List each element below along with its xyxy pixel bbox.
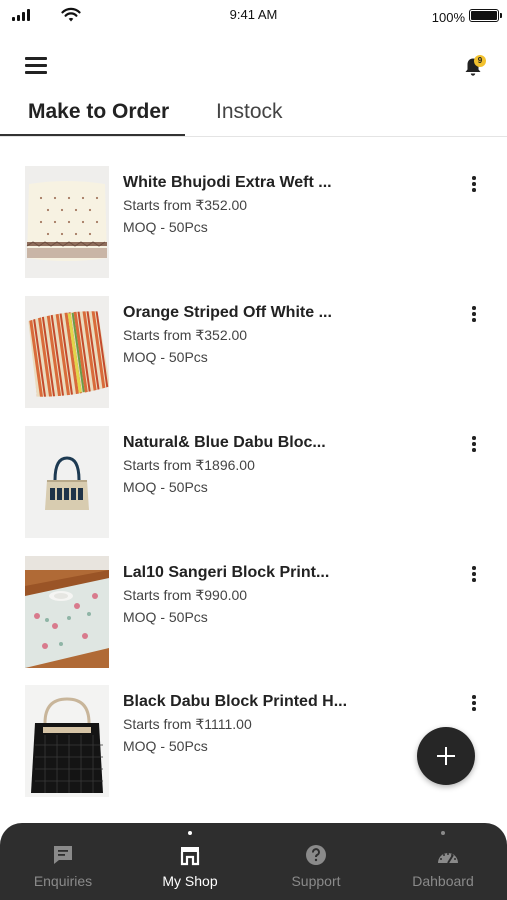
active-indicator <box>188 831 192 835</box>
shop-icon <box>180 847 200 866</box>
menu-icon[interactable] <box>25 57 47 74</box>
product-item[interactable]: Lal10 Sangeri Block Print... Starts from… <box>0 556 507 668</box>
nav-label: Support <box>291 873 341 889</box>
nav-label: My Shop <box>162 873 218 889</box>
chat-icon <box>54 846 72 864</box>
help-icon <box>306 845 326 865</box>
product-image-black-bag <box>25 685 109 797</box>
product-item[interactable]: Orange Striped Off White ... Starts from… <box>0 296 507 408</box>
product-price: Starts from ₹352.00 <box>123 197 248 213</box>
indicator-dot <box>441 831 445 835</box>
more-options-icon[interactable] <box>466 566 482 584</box>
product-title: Lal10 Sangeri Block Print... <box>123 564 330 581</box>
product-image-table-runner <box>25 556 109 668</box>
product-image-striped-cushion <box>25 296 109 408</box>
product-title: Black Dabu Block Printed H... <box>123 693 348 710</box>
battery-percentage: 100% <box>431 10 465 25</box>
more-options-icon[interactable] <box>466 695 482 713</box>
nav-item-dashboard[interactable]: Dahboard <box>380 823 506 900</box>
product-item[interactable]: Natural& Blue Dabu Bloc... Starts from ₹… <box>0 426 507 538</box>
tab-make-to-order[interactable]: Make to Order <box>0 93 185 136</box>
product-item[interactable]: White Bhujodi Extra Weft ... Starts from… <box>0 166 507 278</box>
more-options-icon[interactable] <box>466 306 482 324</box>
product-price: Starts from ₹352.00 <box>123 327 248 343</box>
product-moq: MOQ - 50Pcs <box>123 738 208 754</box>
product-moq: MOQ - 50Pcs <box>123 609 208 625</box>
product-image-white-cushion <box>25 166 109 278</box>
nav-label: Dahboard <box>412 873 474 889</box>
tab-bar: Make to Order Instock <box>0 93 507 137</box>
gauge-icon <box>438 853 458 864</box>
nav-label: Enquiries <box>33 873 93 889</box>
product-moq: MOQ - 50Pcs <box>123 219 208 235</box>
nav-item-my-shop[interactable]: My Shop <box>127 823 253 900</box>
product-moq: MOQ - 50Pcs <box>123 479 208 495</box>
product-image-dabu-bag <box>25 426 109 538</box>
add-product-button[interactable] <box>417 727 475 785</box>
product-price: Starts from ₹1896.00 <box>123 457 255 473</box>
tab-instock[interactable]: Instock <box>216 93 283 136</box>
bottom-navigation: Enquiries My Shop Support Dahboard <box>0 823 507 900</box>
nav-item-support[interactable]: Support <box>253 823 379 900</box>
product-price: Starts from ₹990.00 <box>123 587 248 603</box>
status-bar: 9:41 AM 100% <box>0 0 507 32</box>
notification-badge: 9 <box>474 55 486 67</box>
more-options-icon[interactable] <box>466 176 482 194</box>
product-title: White Bhujodi Extra Weft ... <box>123 174 332 191</box>
product-title: Natural& Blue Dabu Bloc... <box>123 434 326 451</box>
nav-item-enquiries[interactable]: Enquiries <box>0 823 126 900</box>
product-price: Starts from ₹1111.00 <box>123 716 252 732</box>
product-title: Orange Striped Off White ... <box>123 304 332 321</box>
battery-icon <box>469 9 502 22</box>
more-options-icon[interactable] <box>466 436 482 454</box>
product-moq: MOQ - 50Pcs <box>123 349 208 365</box>
